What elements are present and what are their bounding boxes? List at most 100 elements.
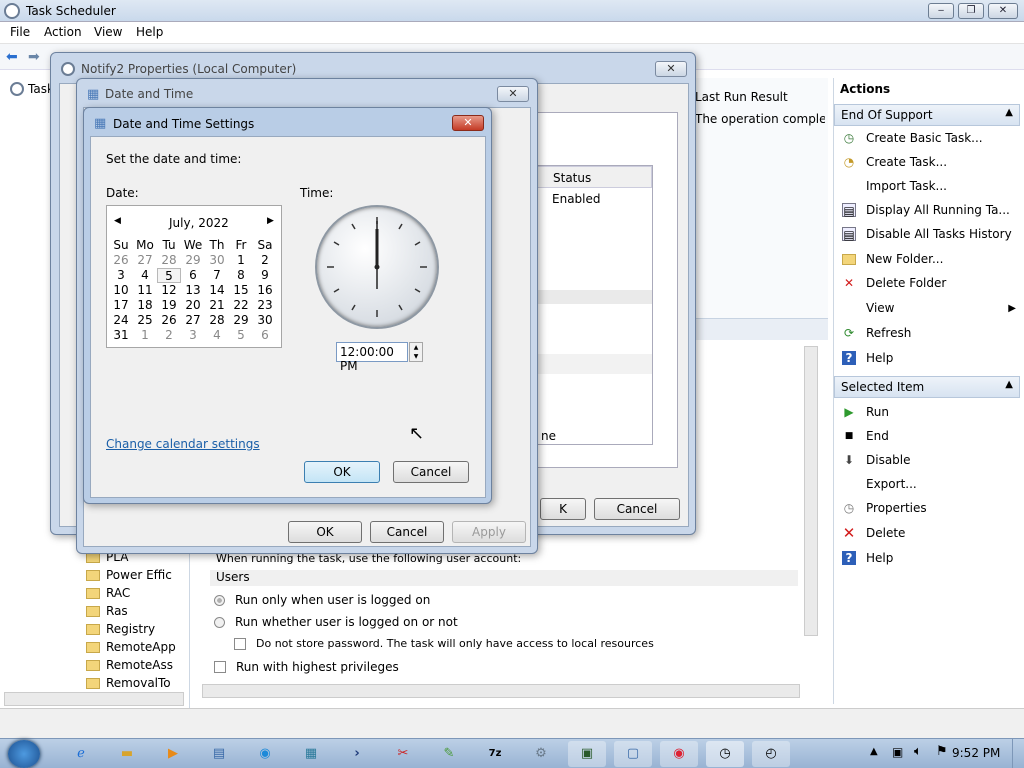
notify2-ok-button[interactable]: K bbox=[540, 498, 586, 520]
tree-folder-power[interactable]: Power Effic bbox=[86, 568, 190, 582]
action-refresh[interactable]: ⟳ Refresh bbox=[842, 322, 1018, 344]
calendar-day[interactable]: 7 bbox=[205, 268, 229, 283]
action-delete[interactable]: ✕ Delete bbox=[842, 522, 1018, 544]
calendar-day[interactable]: 9 bbox=[253, 268, 277, 283]
edge-browser-icon[interactable]: ◉ bbox=[246, 741, 284, 767]
details-vertical-scrollbar[interactable] bbox=[804, 346, 818, 636]
calendar-day[interactable]: 11 bbox=[133, 283, 157, 298]
calendar-day[interactable]: 25 bbox=[133, 313, 157, 328]
calendar-day[interactable]: 29 bbox=[181, 253, 205, 268]
calendar-day[interactable]: 10 bbox=[109, 283, 133, 298]
checkbox-no-store-password[interactable]: Do not store password. The task will onl… bbox=[234, 637, 654, 650]
calendar-day[interactable]: 30 bbox=[205, 253, 229, 268]
notepad-icon[interactable]: ✎ bbox=[430, 741, 468, 767]
calendar-day[interactable]: 31 bbox=[109, 328, 133, 343]
calendar-day[interactable]: 28 bbox=[205, 313, 229, 328]
file-explorer-icon[interactable]: ▬ bbox=[108, 741, 146, 767]
calendar-day[interactable]: 14 bbox=[205, 283, 229, 298]
calendar-day[interactable]: 17 bbox=[109, 298, 133, 313]
calendar-day[interactable]: 29 bbox=[229, 313, 253, 328]
calendar-month[interactable]: July, 2022 bbox=[169, 216, 229, 230]
calendar-day[interactable]: 5 bbox=[229, 328, 253, 343]
calendar-day[interactable]: 26 bbox=[109, 253, 133, 268]
checkbox-highest-privileges[interactable]: Run with highest privileges bbox=[214, 660, 399, 674]
calendar-day[interactable]: 6 bbox=[181, 268, 205, 283]
calendar-day[interactable]: 22 bbox=[229, 298, 253, 313]
7zip-icon[interactable]: 7z bbox=[476, 741, 514, 767]
action-new-folder[interactable]: New Folder... bbox=[842, 248, 1018, 270]
status-column-header[interactable]: Status bbox=[522, 166, 652, 188]
close-button[interactable]: ✕ bbox=[988, 3, 1018, 19]
calendar-day[interactable]: 4 bbox=[133, 268, 157, 283]
document-icon[interactable]: ▤ bbox=[200, 741, 238, 767]
action-create-task[interactable]: ◔ Create Task... bbox=[842, 151, 1018, 173]
settings-gear-icon[interactable]: ⚙ bbox=[522, 741, 560, 767]
date-time-cancel-button[interactable]: Cancel bbox=[370, 521, 444, 543]
tree-folder-remoteass[interactable]: RemoteAss bbox=[86, 658, 190, 672]
back-arrow-icon[interactable]: ⬅ bbox=[6, 49, 18, 65]
tree-folder-rac[interactable]: RAC bbox=[86, 586, 190, 600]
action-delete-folder[interactable]: ✕ Delete Folder bbox=[842, 272, 1018, 294]
calendar-day[interactable]: 13 bbox=[181, 283, 205, 298]
calendar-day[interactable]: 26 bbox=[157, 313, 181, 328]
network-icon[interactable]: ▦ bbox=[292, 741, 330, 767]
tree-root[interactable]: Task bbox=[10, 82, 54, 96]
media-player-icon[interactable]: ▶ bbox=[154, 741, 192, 767]
tree-folder-remoteapp[interactable]: RemoteApp bbox=[86, 640, 190, 654]
time-spinner[interactable]: ▲ ▼ bbox=[409, 342, 423, 362]
calendar-day[interactable]: 8 bbox=[229, 268, 253, 283]
calendar-day[interactable]: 2 bbox=[157, 328, 181, 343]
status-list-scrollbar[interactable] bbox=[522, 290, 652, 304]
start-button[interactable] bbox=[8, 740, 40, 768]
menu-help[interactable]: Help bbox=[136, 25, 163, 39]
maximize-button[interactable]: ❐ bbox=[958, 3, 984, 19]
internet-explorer-icon[interactable]: ℯ bbox=[62, 741, 100, 767]
action-help[interactable]: ? Help bbox=[842, 347, 1018, 369]
minimize-button[interactable]: ‒ bbox=[928, 3, 954, 19]
snipping-tool-icon[interactable]: ✂ bbox=[384, 741, 422, 767]
show-desktop-button[interactable] bbox=[1012, 739, 1024, 768]
action-help-selected[interactable]: ? Help bbox=[842, 547, 1018, 569]
tree-folder-removalto[interactable]: RemovalTo bbox=[86, 676, 190, 690]
task-scheduler-2-taskbar-icon[interactable]: ◴ bbox=[752, 741, 790, 767]
settings-close-button[interactable]: ✕ bbox=[452, 115, 484, 131]
calendar-day[interactable]: 19 bbox=[157, 298, 181, 313]
calendar-day[interactable]: 16 bbox=[253, 283, 277, 298]
calendar-day[interactable]: 2 bbox=[253, 253, 277, 268]
calendar-day[interactable]: 23 bbox=[253, 298, 277, 313]
action-export[interactable]: Export... bbox=[842, 473, 1018, 495]
action-disable-history[interactable]: ▤ Disable All Tasks History bbox=[842, 223, 1018, 245]
action-display-running[interactable]: ▤ Display All Running Ta... bbox=[842, 199, 1018, 221]
action-import-task[interactable]: Import Task... bbox=[842, 175, 1018, 197]
task-scheduler-taskbar-icon[interactable]: ◷ bbox=[706, 741, 744, 767]
section-end-of-support[interactable]: End Of Support ▲ bbox=[834, 104, 1020, 126]
remote-desktop-icon[interactable]: ▢ bbox=[614, 741, 652, 767]
radio-logged-on-or-not[interactable]: Run whether user is logged on or not bbox=[214, 615, 458, 629]
calendar-day[interactable]: 5 bbox=[157, 268, 181, 283]
calendar-day[interactable]: 1 bbox=[229, 253, 253, 268]
prev-month-arrow-icon[interactable]: ◀ bbox=[114, 216, 121, 226]
action-view[interactable]: View ▶ bbox=[842, 297, 1018, 319]
tree-folder-registry[interactable]: Registry bbox=[86, 622, 190, 636]
tree-horizontal-scrollbar[interactable] bbox=[4, 692, 184, 706]
calendar-day[interactable]: 21 bbox=[205, 298, 229, 313]
show-hidden-icons-icon[interactable]: ▲ bbox=[870, 746, 878, 757]
calendar-day[interactable]: 18 bbox=[133, 298, 157, 313]
menu-action[interactable]: Action bbox=[44, 25, 82, 39]
calendar-day[interactable]: 3 bbox=[109, 268, 133, 283]
cmd-icon[interactable]: ▣ bbox=[568, 741, 606, 767]
notify2-cancel-button[interactable]: Cancel bbox=[594, 498, 680, 520]
calendar-day[interactable]: 24 bbox=[109, 313, 133, 328]
calendar-day[interactable]: 4 bbox=[205, 328, 229, 343]
chrome-icon[interactable]: ◉ bbox=[660, 741, 698, 767]
calendar-day[interactable]: 12 bbox=[157, 283, 181, 298]
date-time-close-button[interactable]: ✕ bbox=[497, 86, 529, 102]
menu-file[interactable]: File bbox=[10, 25, 30, 39]
calendar-day[interactable]: 1 bbox=[133, 328, 157, 343]
menu-view[interactable]: View bbox=[94, 25, 122, 39]
radio-logged-on[interactable]: Run only when user is logged on bbox=[214, 593, 430, 607]
date-time-ok-button[interactable]: OK bbox=[288, 521, 362, 543]
action-run[interactable]: ▶ Run bbox=[842, 401, 1018, 423]
calendar-day[interactable]: 30 bbox=[253, 313, 277, 328]
calendar-day[interactable]: 20 bbox=[181, 298, 205, 313]
